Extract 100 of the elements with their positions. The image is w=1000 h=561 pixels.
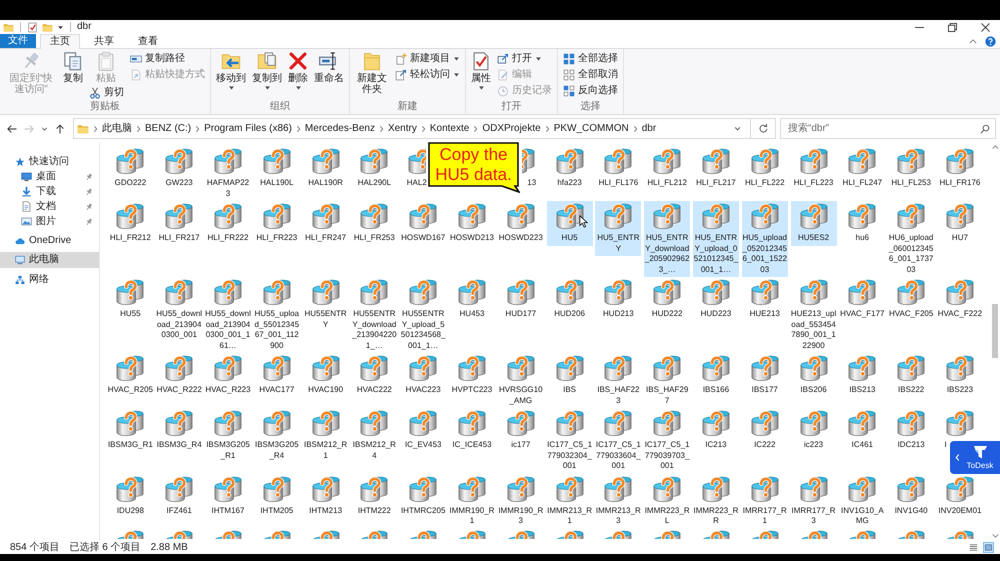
breadcrumb[interactable]: 此电脑 — [102, 122, 132, 134]
file-item[interactable]: HUD206 — [546, 277, 593, 322]
file-item[interactable]: HU5_ENTRY_download_2059029623_… — [644, 201, 690, 277]
ribbon-tab[interactable]: 主页 — [40, 34, 80, 49]
file-item[interactable]: IBS_HAF223 — [595, 353, 642, 408]
file-item[interactable]: IBS — [546, 353, 593, 398]
file-item[interactable]: HU55_download_2139040300_001 — [156, 277, 202, 342]
address-field[interactable]: 此电脑 BENZ (C:) Program Files (x86) Mercedes-Benz Xentry Kontexte ODXProjekte PKW_COMMON dbr — [73, 118, 776, 139]
breadcrumb[interactable]: BENZ (C:) — [145, 122, 192, 134]
file-item[interactable]: HU55ENTRY_download_2139042201_… — [351, 277, 398, 353]
pin-icon[interactable] — [85, 218, 93, 226]
ribbon-button[interactable]: 全部取消 — [561, 67, 620, 82]
file-item[interactable]: HVAC223 — [400, 353, 446, 398]
chevron-right-icon[interactable] — [296, 124, 301, 132]
document-check-icon[interactable] — [27, 22, 38, 32]
chevron-right-icon[interactable] — [544, 124, 550, 132]
file-item[interactable]: IBS206 — [790, 353, 837, 398]
file-item[interactable]: HUD223 — [692, 277, 739, 322]
file-item[interactable]: hfa223 — [546, 146, 593, 190]
file-item[interactable]: HU55_upload_5501234567_001_112900 — [254, 277, 300, 353]
file-item[interactable]: IMRR177_R1 — [742, 474, 788, 528]
file-item[interactable]: HLI_FL223 — [790, 146, 837, 190]
file-item[interactable]: ic177 — [498, 408, 544, 452]
file-item[interactable]: IBS_HAF297 — [644, 353, 690, 408]
file-item[interactable]: HLI_FR212 — [107, 201, 154, 246]
search-icon[interactable] — [980, 124, 990, 134]
file-item[interactable]: IFZ461 — [156, 474, 202, 518]
file-item[interactable]: HLI_FL247 — [839, 146, 886, 190]
file-item[interactable]: IC213 — [692, 408, 739, 452]
chevron-right-icon[interactable] — [93, 124, 98, 132]
file-item[interactable]: HAL190L — [254, 146, 300, 190]
file-item[interactable]: HU5ES2 — [790, 201, 837, 246]
file-item[interactable]: HLI_FR223 — [254, 201, 300, 246]
todesk-side-menu[interactable]: ToDesk — [950, 441, 1000, 474]
file-item[interactable]: HLI_FL253 — [888, 146, 934, 190]
file-item[interactable]: IBSM3G205_R1 — [204, 408, 251, 463]
file-item[interactable]: HLI_FR217 — [156, 201, 202, 246]
file-item[interactable]: IMMR190_R3 — [498, 474, 544, 528]
ribbon-button[interactable]: 新建项目 — [393, 51, 462, 66]
refresh-icon[interactable] — [758, 123, 769, 134]
file-item[interactable]: IBS223 — [936, 353, 983, 398]
chevron-right-icon[interactable] — [632, 124, 638, 132]
file-item[interactable]: IC177_C5_1779032304_001 — [546, 408, 593, 474]
file-item[interactable]: HVAC222 — [351, 353, 398, 398]
nav-item[interactable]: 图片 — [0, 214, 99, 229]
file-item[interactable]: IHTM205 — [254, 474, 300, 518]
file-item[interactable]: HU5 — [546, 201, 593, 246]
help-icon[interactable] — [985, 36, 996, 46]
nav-item[interactable]: 此电脑 — [0, 252, 99, 268]
breadcrumb[interactable]: Mercedes-Benz — [304, 122, 375, 134]
file-item[interactable]: HLI_FL217 — [692, 146, 739, 190]
ribbon-button[interactable]: 删除 — [286, 51, 310, 90]
chevron-right-icon[interactable] — [378, 124, 384, 132]
file-item[interactable]: HU5_ENTRY — [595, 201, 642, 256]
ribbon-button[interactable]: 反向选择 — [561, 83, 620, 98]
file-menu-button[interactable]: 文件 — [0, 34, 36, 48]
ribbon-button[interactable]: 重命名 — [312, 51, 346, 84]
chevron-up-icon[interactable] — [969, 38, 977, 44]
chevron-right-icon[interactable] — [473, 124, 478, 132]
pin-icon[interactable] — [85, 202, 93, 210]
chevron-right-icon[interactable] — [195, 124, 200, 132]
file-item[interactable]: HVAC_F205 — [888, 277, 934, 322]
breadcrumb[interactable]: dbr — [642, 122, 656, 134]
ribbon-button[interactable]: 轻松访问 — [393, 67, 462, 82]
restore-icon[interactable] — [948, 22, 957, 32]
chevron-right-icon[interactable] — [136, 124, 141, 132]
chevron-right-icon[interactable] — [420, 124, 426, 132]
file-item[interactable]: IBS177 — [742, 353, 788, 398]
file-item[interactable]: IHTM222 — [351, 474, 398, 518]
file-item[interactable]: HUE213_upload_5534547890_001_122900 — [790, 277, 837, 353]
file-item[interactable]: HLI_FL222 — [742, 146, 788, 190]
file-item[interactable]: HUD213 — [595, 277, 642, 322]
ribbon-button[interactable]: 复制 — [61, 51, 85, 84]
file-item[interactable]: HVAC_F177 — [839, 277, 886, 322]
file-item[interactable]: HVAC_R205 — [107, 353, 154, 398]
large-icons-view-icon[interactable] — [983, 542, 994, 553]
file-item[interactable]: INV1G10_AMG — [839, 474, 886, 528]
back-icon[interactable] — [6, 122, 18, 134]
file-item[interactable]: HVAC_R223 — [204, 353, 251, 398]
file-item[interactable]: HU55ENTRY_upload_5501234568_001_1… — [400, 277, 446, 353]
file-item[interactable]: IC177_C5_1779033604_001 — [595, 408, 642, 474]
file-item[interactable]: IBS166 — [692, 353, 739, 398]
file-item[interactable]: HLI_FR253 — [351, 201, 398, 246]
file-item[interactable]: HAFMAP223 — [204, 146, 251, 201]
pin-icon[interactable] — [85, 172, 93, 180]
file-item[interactable]: HU7 — [936, 201, 983, 246]
file-item[interactable]: IDU298 — [107, 474, 154, 518]
chevron-left-icon[interactable] — [955, 453, 960, 462]
file-item[interactable]: HVRSGG10_AMG — [498, 353, 544, 408]
file-item[interactable]: IBSM212_R4 — [351, 408, 398, 463]
nav-item[interactable]: OneDrive — [0, 233, 99, 248]
file-item[interactable]: HLI_FR247 — [302, 201, 349, 246]
file-item[interactable]: HU55ENTRY — [302, 277, 349, 332]
ribbon-button[interactable]: 剪切 — [87, 85, 126, 100]
file-item[interactable]: INV1G40 — [888, 474, 934, 518]
scroll-up-icon[interactable] — [992, 145, 998, 149]
file-item[interactable]: HU5_upload_0520123456_001_152203 — [742, 201, 788, 277]
file-item[interactable]: IBS213 — [839, 353, 886, 398]
file-item[interactable]: IMMR190_R1 — [448, 474, 495, 528]
file-item[interactable]: HUD177 — [498, 277, 544, 322]
